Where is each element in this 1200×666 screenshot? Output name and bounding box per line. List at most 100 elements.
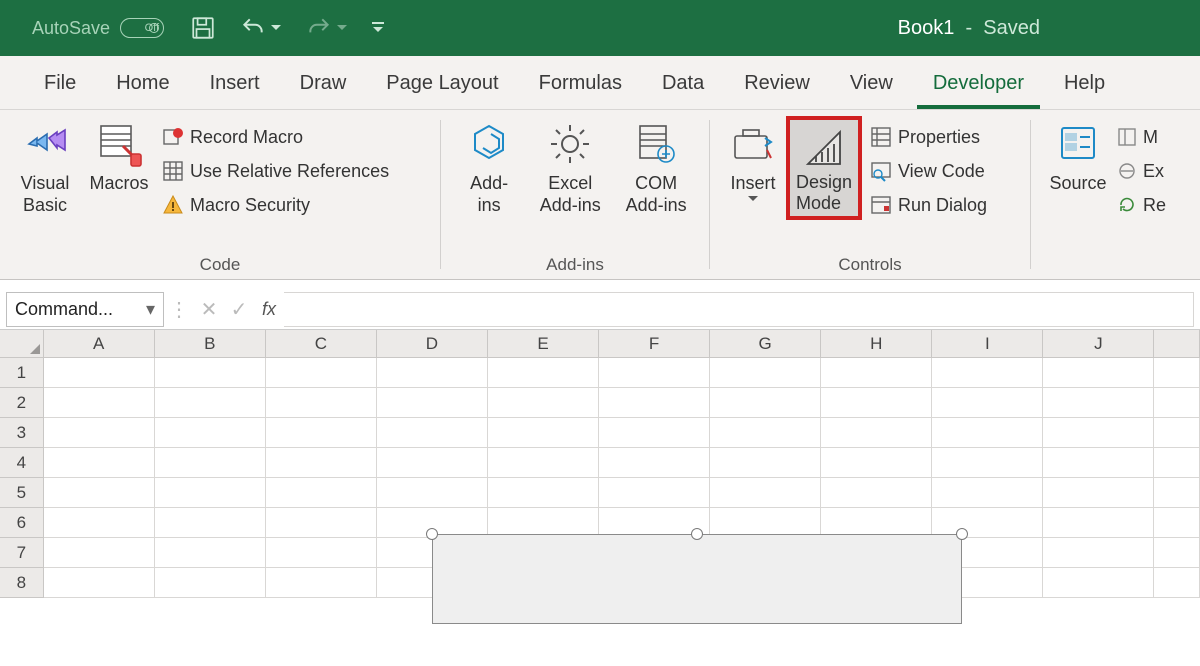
visual-basic-button[interactable]: Visual Basic <box>10 116 80 220</box>
cell[interactable] <box>488 418 599 448</box>
col-header[interactable]: J <box>1043 330 1154 358</box>
cell[interactable] <box>932 388 1043 418</box>
cell[interactable] <box>44 358 155 388</box>
cell[interactable] <box>266 478 377 508</box>
cell[interactable] <box>44 538 155 568</box>
tab-developer[interactable]: Developer <box>913 62 1044 109</box>
col-header[interactable]: A <box>44 330 155 358</box>
cell[interactable] <box>266 538 377 568</box>
cell[interactable] <box>599 448 710 478</box>
row-header[interactable]: 4 <box>0 448 44 478</box>
source-button[interactable]: Source <box>1041 116 1115 220</box>
cell[interactable] <box>932 478 1043 508</box>
tab-draw[interactable]: Draw <box>280 62 367 109</box>
cell[interactable] <box>599 418 710 448</box>
cell[interactable] <box>1043 568 1154 598</box>
cell[interactable] <box>377 358 488 388</box>
cell[interactable] <box>488 478 599 508</box>
record-macro-button[interactable]: Record Macro <box>162 122 389 152</box>
resize-handle-icon[interactable] <box>691 528 703 540</box>
cell[interactable] <box>377 478 488 508</box>
macro-security-button[interactable]: Macro Security <box>162 190 389 220</box>
cell[interactable] <box>710 358 821 388</box>
cell[interactable] <box>1154 358 1200 388</box>
view-code-button[interactable]: View Code <box>870 156 987 186</box>
cell[interactable] <box>599 478 710 508</box>
cell[interactable] <box>266 568 377 598</box>
toggle-pill[interactable]: Off <box>120 18 164 38</box>
cancel-icon[interactable]: ✕ <box>194 290 224 329</box>
undo-button[interactable] <box>238 15 282 41</box>
col-header[interactable]: E <box>488 330 599 358</box>
cell[interactable] <box>1043 508 1154 538</box>
cell[interactable] <box>488 448 599 478</box>
cell[interactable] <box>155 388 266 418</box>
properties-button[interactable]: Properties <box>870 122 987 152</box>
cell[interactable] <box>1154 448 1200 478</box>
tab-home[interactable]: Home <box>96 62 189 109</box>
cell[interactable] <box>1043 478 1154 508</box>
cell[interactable] <box>266 388 377 418</box>
cell[interactable] <box>821 418 932 448</box>
insert-control-button[interactable]: Insert <box>720 116 786 220</box>
row-header[interactable]: 8 <box>0 568 44 598</box>
run-dialog-button[interactable]: Run Dialog <box>870 190 987 220</box>
cell[interactable] <box>1043 358 1154 388</box>
cell[interactable] <box>377 448 488 478</box>
expansion-packs-button[interactable]: Ex <box>1117 156 1166 186</box>
cell[interactable] <box>155 418 266 448</box>
row-header[interactable]: 1 <box>0 358 44 388</box>
cell[interactable] <box>44 388 155 418</box>
cell[interactable] <box>266 358 377 388</box>
tab-review[interactable]: Review <box>724 62 830 109</box>
col-header[interactable]: D <box>377 330 488 358</box>
tab-formulas[interactable]: Formulas <box>519 62 642 109</box>
map-properties-button[interactable]: M <box>1117 122 1166 152</box>
cell[interactable] <box>710 478 821 508</box>
cell[interactable] <box>821 478 932 508</box>
cell[interactable] <box>821 448 932 478</box>
cell[interactable] <box>1043 418 1154 448</box>
cell[interactable] <box>932 358 1043 388</box>
cell[interactable] <box>377 418 488 448</box>
autosave-toggle[interactable]: AutoSave Off <box>32 18 164 39</box>
cell[interactable] <box>44 508 155 538</box>
use-relative-references-button[interactable]: Use Relative References <box>162 156 389 186</box>
cell[interactable] <box>1154 388 1200 418</box>
cell[interactable] <box>821 388 932 418</box>
tab-insert[interactable]: Insert <box>190 62 280 109</box>
cell[interactable] <box>266 508 377 538</box>
cell[interactable] <box>44 418 155 448</box>
excel-addins-button[interactable]: Excel Add-ins <box>527 116 613 216</box>
tab-data[interactable]: Data <box>642 62 724 109</box>
row-header[interactable]: 5 <box>0 478 44 508</box>
cell[interactable] <box>155 358 266 388</box>
redo-button[interactable] <box>304 15 348 41</box>
name-box[interactable]: Command... ▾ <box>6 292 164 327</box>
more-icon[interactable]: ⋮ <box>164 290 194 329</box>
chevron-down-icon[interactable]: ▾ <box>146 299 155 320</box>
col-header[interactable]: B <box>155 330 266 358</box>
row-header[interactable]: 7 <box>0 538 44 568</box>
col-header[interactable]: H <box>821 330 932 358</box>
row-header[interactable]: 3 <box>0 418 44 448</box>
tab-help[interactable]: Help <box>1044 62 1125 109</box>
cell[interactable] <box>1154 568 1200 598</box>
fx-button[interactable]: fx <box>254 290 284 329</box>
col-header[interactable]: F <box>599 330 710 358</box>
cell[interactable] <box>155 508 266 538</box>
enter-icon[interactable]: ✓ <box>224 290 254 329</box>
cell[interactable] <box>1154 508 1200 538</box>
cell[interactable] <box>599 388 710 418</box>
chevron-down-icon[interactable] <box>270 22 282 34</box>
cell[interactable] <box>44 478 155 508</box>
cell[interactable] <box>710 388 821 418</box>
row-header[interactable]: 6 <box>0 508 44 538</box>
tab-page-layout[interactable]: Page Layout <box>366 62 518 109</box>
cell[interactable] <box>710 418 821 448</box>
cell[interactable] <box>710 448 821 478</box>
cell[interactable] <box>155 568 266 598</box>
col-header[interactable]: I <box>932 330 1043 358</box>
cell[interactable] <box>1043 448 1154 478</box>
tab-view[interactable]: View <box>830 62 913 109</box>
